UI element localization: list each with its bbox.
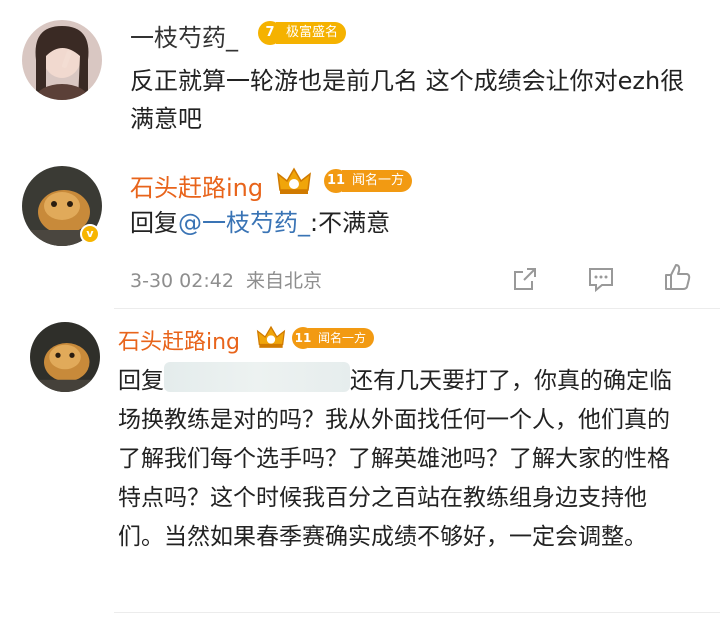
reply-content: 还有几天要打了，你真的确定临场换教练是对的吗？我从外面找任何一个人，他们真的了解… <box>118 368 672 550</box>
badge-level: 11 <box>324 169 348 193</box>
reply-content: :不满意 <box>310 209 391 237</box>
source: 来自北京 <box>245 270 322 292</box>
avatar[interactable] <box>30 322 100 392</box>
share-icon[interactable] <box>510 264 540 294</box>
comment-icon[interactable] <box>586 264 616 294</box>
divider <box>114 612 720 613</box>
mention-link[interactable]: @一枝芍药_ <box>178 209 310 237</box>
comment-text: 反正就算一轮游也是前几名 这个成绩会让你对ezh很满意吧 <box>130 67 685 133</box>
comment-meta: 3-30 02:42 来自北京 <box>130 266 322 293</box>
badge-level: 11 <box>292 327 314 349</box>
crown-icon <box>256 325 286 348</box>
badge-text: 极富盛名 <box>276 22 347 44</box>
reply-text: 回复 还有几天要打了，你真的确定临场换教练是对的吗？我从外面找任何一个人，他们真的… <box>118 362 684 557</box>
username[interactable]: 石头赶路ing <box>118 324 240 356</box>
verified-icon: v <box>80 224 100 244</box>
redacted-mention <box>164 362 350 392</box>
timestamp: 3-30 02:42 <box>130 270 234 292</box>
badge-text: 闻名一方 <box>342 170 413 192</box>
fan-badge: 11 闻名一方 <box>324 169 413 193</box>
reply-text: 回复@一枝芍药_:不满意 <box>130 204 690 242</box>
badge-level: 7 <box>258 21 282 45</box>
like-icon[interactable] <box>662 262 692 292</box>
avatar-image <box>22 20 102 100</box>
comment-3: 石头赶路ing 11 闻名一方 回复 还有几天要打了，你真的确定临场换教练是对的吗… <box>0 310 720 617</box>
avatar-image <box>30 322 100 392</box>
divider <box>114 308 720 309</box>
comment-2: v 石头赶路ing 11 闻名一方 回复@一枝芍药_:不满意 3-30 02:4… <box>0 160 720 310</box>
fan-badge: 7 极富盛名 <box>258 21 347 45</box>
reply-prefix: 回复 <box>118 368 164 394</box>
comment-1: 一枝芍药_ 7 极富盛名 反正就算一轮游也是前几名 这个成绩会让你对ezh很满意… <box>0 0 720 160</box>
crown-icon <box>277 167 311 194</box>
badge-text: 闻名一方 <box>308 328 375 348</box>
username[interactable]: 石头赶路ing <box>130 168 263 203</box>
avatar[interactable] <box>22 20 102 100</box>
username[interactable]: 一枝芍药_ <box>130 18 238 53</box>
fan-badge: 11 闻名一方 <box>292 327 375 349</box>
reply-prefix: 回复 <box>130 209 178 237</box>
